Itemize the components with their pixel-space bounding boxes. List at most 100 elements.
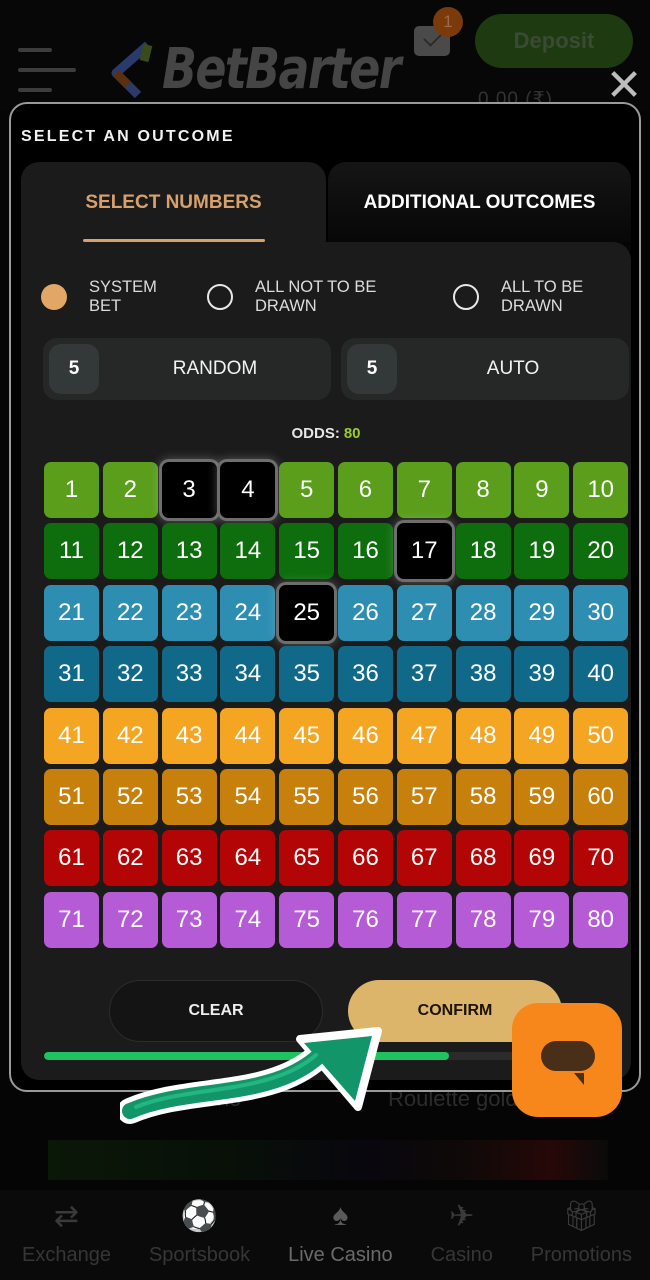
number-cell[interactable]: 28 [455, 584, 511, 641]
number-cell[interactable]: 9 [514, 462, 570, 518]
number-cell[interactable]: 57 [396, 768, 452, 825]
number-cell[interactable]: 65 [279, 830, 335, 887]
number-cell[interactable]: 44 [220, 707, 276, 764]
number-cell[interactable]: 64 [220, 830, 276, 887]
number-cell[interactable]: 20 [573, 523, 629, 580]
number-cell[interactable]: 24 [220, 584, 276, 641]
random-count[interactable]: 5 [49, 344, 99, 394]
number-cell[interactable]: 40 [573, 646, 629, 703]
number-cell[interactable]: 19 [514, 523, 570, 580]
number-cell[interactable]: 16 [337, 523, 393, 580]
auto-count[interactable]: 5 [347, 344, 397, 394]
number-cell[interactable]: 69 [514, 830, 570, 887]
number-cell[interactable]: 12 [102, 523, 158, 580]
number-cell[interactable]: 56 [337, 768, 393, 825]
number-cell[interactable]: 62 [102, 830, 158, 887]
number-cell[interactable]: 75 [279, 891, 335, 948]
number-cell[interactable]: 26 [337, 584, 393, 641]
deposit-button[interactable]: Deposit [475, 14, 633, 68]
number-cell[interactable]: 46 [337, 707, 393, 764]
number-cell[interactable]: 8 [455, 462, 511, 518]
number-cell[interactable]: 36 [337, 646, 393, 703]
number-cell[interactable]: 50 [573, 707, 629, 764]
odds-display: ODDS: 80 [21, 425, 631, 442]
number-cell[interactable]: 23 [161, 584, 217, 641]
number-cell[interactable]: 45 [279, 707, 335, 764]
tab-additional-outcomes[interactable]: ADDITIONAL OUTCOMES [328, 162, 631, 252]
number-cell[interactable]: 21 [44, 584, 99, 641]
radio-system-bet[interactable]: SYSTEM BET [41, 278, 159, 316]
number-cell[interactable]: 42 [102, 707, 158, 764]
number-cell[interactable]: 2 [102, 462, 158, 518]
number-cell[interactable]: 55 [279, 768, 335, 825]
number-cell[interactable]: 49 [514, 707, 570, 764]
number-cell[interactable]: 67 [396, 830, 452, 887]
number-cell[interactable]: 60 [573, 768, 629, 825]
close-icon[interactable]: ✕ [604, 64, 644, 108]
number-cell[interactable]: 41 [44, 707, 99, 764]
number-cell[interactable]: 33 [161, 646, 217, 703]
number-cell[interactable]: 31 [44, 646, 99, 703]
number-cell[interactable]: 34 [220, 646, 276, 703]
number-cell[interactable]: 7 [396, 462, 452, 518]
radio-all-not-drawn[interactable]: ALL NOT TO BE DRAWN [207, 278, 385, 316]
number-cell[interactable]: 38 [455, 646, 511, 703]
nav-promotions[interactable]: 🎁︎ Promotions [531, 1190, 632, 1280]
number-cell[interactable]: 53 [161, 768, 217, 825]
chat-button[interactable] [512, 1003, 622, 1117]
number-cell[interactable]: 66 [337, 830, 393, 887]
number-cell[interactable]: 51 [44, 768, 99, 825]
number-cell[interactable]: 47 [396, 707, 452, 764]
number-cell[interactable]: 61 [44, 830, 99, 887]
number-cell-selected[interactable]: 4 [220, 462, 276, 518]
number-cell[interactable]: 39 [514, 646, 570, 703]
number-cell[interactable]: 37 [396, 646, 452, 703]
number-cell-selected[interactable]: 3 [161, 462, 217, 518]
number-cell[interactable]: 48 [455, 707, 511, 764]
number-cell[interactable]: 73 [161, 891, 217, 948]
number-cell[interactable]: 70 [573, 830, 629, 887]
nav-live-casino[interactable]: ♠ Live Casino [288, 1190, 393, 1280]
number-cell[interactable]: 76 [337, 891, 393, 948]
number-cell[interactable]: 14 [220, 523, 276, 580]
number-cell[interactable]: 74 [220, 891, 276, 948]
number-cell[interactable]: 63 [161, 830, 217, 887]
number-cell[interactable]: 22 [102, 584, 158, 641]
number-cell[interactable]: 35 [279, 646, 335, 703]
number-cell[interactable]: 32 [102, 646, 158, 703]
brand-logo[interactable]: BetBarter [104, 34, 452, 104]
nav-casino[interactable]: ✈ Casino [431, 1190, 493, 1280]
number-cell[interactable]: 1 [44, 462, 99, 518]
number-cell[interactable]: 30 [573, 584, 629, 641]
number-cell[interactable]: 6 [337, 462, 393, 518]
number-cell[interactable]: 10 [573, 462, 629, 518]
number-cell-selected[interactable]: 17 [396, 523, 452, 580]
number-cell[interactable]: 80 [573, 891, 629, 948]
number-cell-selected[interactable]: 25 [279, 584, 335, 641]
random-button[interactable]: 5 RANDOM [43, 338, 331, 400]
number-cell[interactable]: 27 [396, 584, 452, 641]
menu-icon[interactable] [18, 48, 76, 94]
number-cell[interactable]: 18 [455, 523, 511, 580]
number-cell[interactable]: 13 [161, 523, 217, 580]
radio-all-drawn[interactable]: ALL TO BE DRAWN [453, 278, 596, 316]
number-cell[interactable]: 52 [102, 768, 158, 825]
number-cell[interactable]: 11 [44, 523, 99, 580]
nav-sportsbook[interactable]: ⚽ Sportsbook [149, 1190, 250, 1280]
number-cell[interactable]: 77 [396, 891, 452, 948]
number-cell[interactable]: 72 [102, 891, 158, 948]
number-cell[interactable]: 29 [514, 584, 570, 641]
nav-exchange[interactable]: ⇄ Exchange [22, 1190, 111, 1280]
number-cell[interactable]: 54 [220, 768, 276, 825]
number-cell[interactable]: 78 [455, 891, 511, 948]
number-cell[interactable]: 59 [514, 768, 570, 825]
number-cell[interactable]: 5 [279, 462, 335, 518]
number-cell[interactable]: 43 [161, 707, 217, 764]
auto-button[interactable]: 5 AUTO [341, 338, 629, 400]
number-cell[interactable]: 79 [514, 891, 570, 948]
number-cell[interactable]: 58 [455, 768, 511, 825]
clear-button[interactable]: CLEAR [109, 980, 323, 1042]
number-cell[interactable]: 68 [455, 830, 511, 887]
number-cell[interactable]: 71 [44, 891, 99, 948]
number-cell[interactable]: 15 [279, 523, 335, 580]
